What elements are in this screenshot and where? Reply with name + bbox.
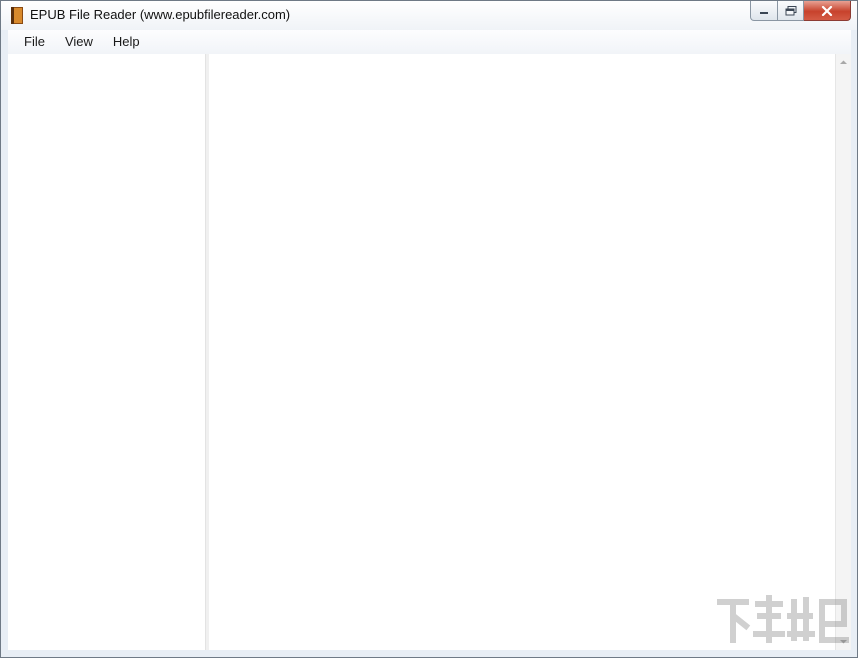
minimize-icon bbox=[760, 11, 768, 14]
book-icon bbox=[11, 7, 23, 24]
client-area bbox=[8, 54, 851, 650]
title-bar[interactable]: EPUB File Reader (www.epubfilereader.com… bbox=[1, 1, 857, 30]
scroll-up-arrow-icon[interactable] bbox=[839, 58, 848, 67]
maximize-button[interactable] bbox=[778, 1, 804, 21]
close-button[interactable] bbox=[804, 1, 851, 21]
menu-file[interactable]: File bbox=[14, 30, 55, 54]
app-window: EPUB File Reader (www.epubfilereader.com… bbox=[0, 0, 858, 658]
book-content-panel[interactable] bbox=[209, 54, 835, 650]
table-of-contents-panel[interactable] bbox=[8, 54, 205, 650]
menu-view[interactable]: View bbox=[55, 30, 103, 54]
download-site-logo bbox=[717, 595, 849, 643]
vertical-scrollbar[interactable] bbox=[835, 54, 851, 650]
close-icon bbox=[821, 5, 833, 16]
window-title: EPUB File Reader (www.epubfilereader.com… bbox=[30, 7, 291, 22]
menu-bar: File View Help bbox=[8, 30, 851, 54]
minimize-button[interactable] bbox=[750, 1, 778, 21]
caption-buttons bbox=[750, 1, 851, 21]
menu-help[interactable]: Help bbox=[103, 30, 150, 54]
maximize-icon bbox=[785, 5, 796, 15]
